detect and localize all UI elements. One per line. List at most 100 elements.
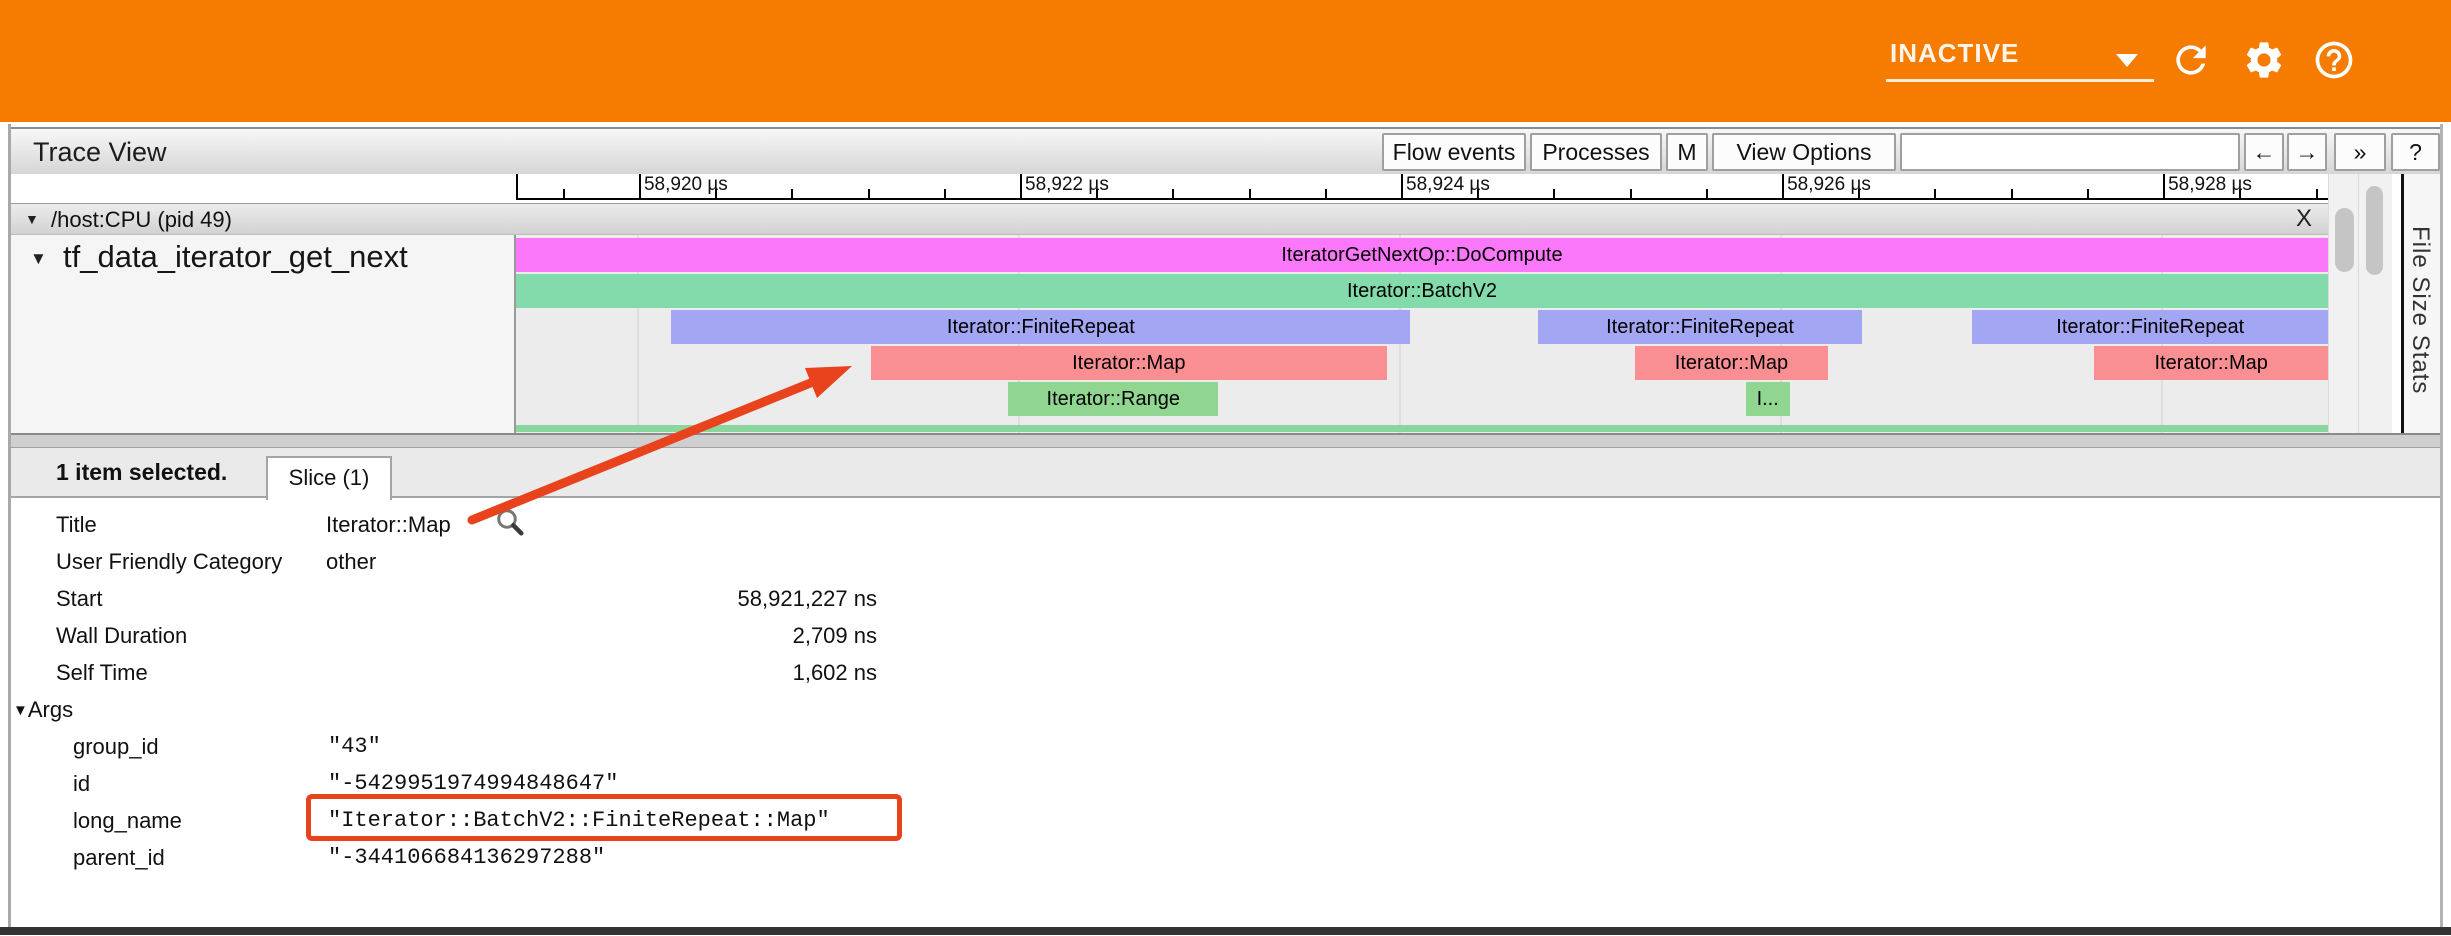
scrollbar-thumb[interactable]	[2335, 208, 2354, 272]
detail-row: User Friendly Category other	[11, 543, 2440, 580]
run-status-label: INACTIVE	[1890, 38, 2019, 69]
profiler-trace-viewer: INACTIVE Trace View Flow events Processe…	[0, 0, 2451, 936]
arg-value: "43"	[328, 728, 381, 765]
arg-row-group_id: group_id "43"	[11, 728, 2440, 765]
metadata-button[interactable]: M	[1666, 133, 1708, 171]
arg-row-id: id "-5429951974994848647"	[11, 765, 2440, 802]
minor-tick	[944, 189, 946, 198]
minor-tick	[1477, 189, 1479, 198]
trace-view-toolbar: Trace View Flow events Processes M View …	[11, 127, 2440, 174]
process-header-row[interactable]: ▼ /host:CPU (pid 49) X	[11, 203, 2328, 235]
major-tick	[639, 174, 641, 198]
side-panel-divider[interactable]	[2401, 174, 2404, 433]
minor-tick	[1858, 189, 1860, 198]
tab-slice[interactable]: Slice (1)	[266, 456, 392, 500]
collapse-triangle-icon: ▼	[30, 249, 47, 269]
track-label-panel: ▼ tf_data_iterator_get_next	[11, 235, 516, 433]
trace-slice[interactable]: IteratorGetNextOp::DoCompute	[516, 238, 2328, 272]
vertical-scrollbar-outer[interactable]	[2358, 174, 2392, 433]
minor-tick	[2011, 189, 2013, 198]
find-previous-button[interactable]: ←	[2244, 133, 2284, 171]
shortcuts-help-button[interactable]: ?	[2391, 133, 2440, 171]
processes-button[interactable]: Processes	[1530, 133, 1662, 171]
minor-tick	[1249, 189, 1251, 198]
trace-canvas[interactable]: IteratorGetNextOp::DoComputeIterator::Ba…	[516, 235, 2328, 433]
detail-row: Self Time 1,602 ns	[11, 654, 2440, 691]
detail-value: other	[326, 543, 877, 580]
top-app-bar: INACTIVE	[0, 0, 2451, 122]
arg-value: "-344106684136297288"	[328, 839, 605, 876]
major-tick	[1401, 174, 1403, 198]
magnifier-icon[interactable]	[492, 504, 528, 540]
help-icon[interactable]	[2312, 38, 2356, 82]
minor-tick	[1706, 189, 1708, 198]
args-label: Args	[28, 697, 73, 722]
minor-tick	[1096, 189, 1098, 198]
vertical-scrollbar[interactable]	[2328, 174, 2358, 433]
detail-label: User Friendly Category	[56, 543, 282, 580]
major-tick	[2163, 174, 2165, 198]
run-status-dropdown[interactable]: INACTIVE	[1878, 30, 2158, 86]
collapse-triangle-icon: ▼	[13, 702, 28, 719]
minor-tick	[791, 189, 793, 198]
detail-label: Self Time	[56, 654, 148, 691]
scrollbar-thumb[interactable]	[2366, 186, 2383, 275]
settings-gear-icon[interactable]	[2242, 38, 2286, 82]
window-bottom-border	[0, 927, 2451, 935]
panel-splitter[interactable]	[11, 433, 2440, 448]
major-tick	[1782, 174, 1784, 198]
minor-tick	[2239, 189, 2241, 198]
window-right-border	[2440, 124, 2443, 932]
detail-value: 2,709 ns	[326, 617, 877, 654]
trace-slice[interactable]: Iterator::FiniteRepeat	[671, 310, 1410, 344]
minor-tick	[1934, 189, 1936, 198]
minor-tick	[563, 189, 565, 198]
minimap-strip	[516, 425, 2328, 432]
trace-slice[interactable]: Iterator::Map	[871, 346, 1387, 380]
detail-value: Iterator::Map	[326, 506, 877, 543]
trace-slice[interactable]: I...	[1746, 382, 1790, 416]
detail-label: Wall Duration	[56, 617, 187, 654]
major-tick	[1020, 174, 1022, 198]
close-icon[interactable]: X	[2296, 205, 2312, 233]
file-size-stats-tab[interactable]: File Size Stats	[2406, 226, 2434, 394]
slice-details-panel: 1 item selected. Slice (1) Title Iterator…	[11, 448, 2440, 927]
selection-count-label: 1 item selected.	[56, 448, 227, 496]
view-options-button[interactable]: View Options	[1712, 133, 1896, 171]
dropdown-underline	[1886, 79, 2154, 82]
minor-tick	[1172, 189, 1174, 198]
expand-button[interactable]: »	[2334, 133, 2386, 171]
search-input[interactable]	[1900, 133, 2240, 171]
flow-events-button[interactable]: Flow events	[1382, 133, 1526, 171]
minor-tick	[1325, 189, 1327, 198]
minor-tick	[1553, 189, 1555, 198]
page-title: Trace View	[33, 137, 167, 168]
trace-slice[interactable]: Iterator::Map	[1635, 346, 1827, 380]
trace-slice[interactable]: Iterator::FiniteRepeat	[1972, 310, 2328, 344]
args-section-header[interactable]: ▼Args	[13, 691, 73, 728]
track-name-label[interactable]: tf_data_iterator_get_next	[63, 239, 408, 275]
arg-name: group_id	[73, 728, 159, 765]
timeline-ruler: 58,920 µs58,922 µs58,924 µs58,926 µs58,9…	[516, 174, 2328, 200]
minor-tick	[2316, 189, 2318, 198]
trace-slice[interactable]: Iterator::Map	[2094, 346, 2328, 380]
find-next-button[interactable]: →	[2287, 133, 2327, 171]
arg-name: parent_id	[73, 839, 165, 876]
detail-label: Title	[56, 506, 97, 543]
detail-row: Title Iterator::Map	[11, 506, 2440, 543]
refresh-icon[interactable]	[2169, 38, 2213, 82]
arg-value: "Iterator::BatchV2::FiniteRepeat::Map"	[328, 802, 830, 839]
trace-slice[interactable]: Iterator::BatchV2	[516, 274, 2328, 308]
arg-name: id	[73, 765, 90, 802]
arg-value: "-5429951974994848647"	[328, 765, 618, 802]
minor-tick	[868, 189, 870, 198]
arg-row-parent_id: parent_id "-344106684136297288"	[11, 839, 2440, 876]
detail-value: 58,921,227 ns	[326, 580, 877, 617]
minor-tick	[715, 189, 717, 198]
trace-slice[interactable]: Iterator::Range	[1008, 382, 1218, 416]
minor-tick	[2087, 189, 2089, 198]
detail-value: 1,602 ns	[326, 654, 877, 691]
minor-tick	[1630, 189, 1632, 198]
detail-label: Start	[56, 580, 102, 617]
trace-slice[interactable]: Iterator::FiniteRepeat	[1538, 310, 1862, 344]
